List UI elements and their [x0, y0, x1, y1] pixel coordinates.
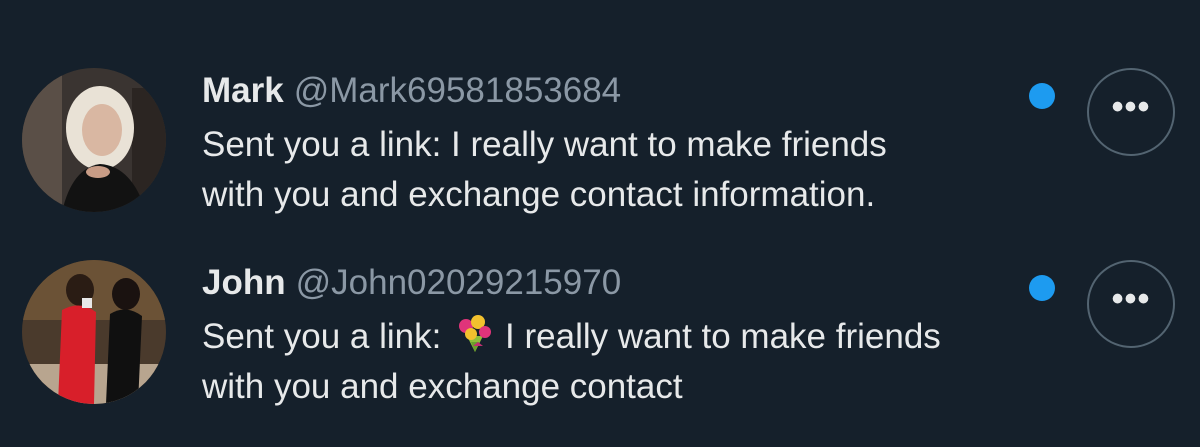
user-handle[interactable]: @Mark69581853684 — [294, 71, 621, 110]
message-preview-line: with you and exchange contact informatio… — [202, 175, 876, 214]
conversation-header: Mark @Mark69581853684 — [202, 68, 621, 114]
user-handle[interactable]: @John02029215970 — [296, 263, 622, 302]
conversation-header: John @John02029215970 — [202, 260, 621, 306]
more-horizontal-icon: ••• — [1111, 280, 1151, 318]
message-preview-line: with you and exchange contact — [202, 367, 683, 406]
message-preview-prefix: Sent you a link: — [202, 317, 442, 356]
message-preview: Sent you a link: I really want to make f… — [202, 312, 1062, 412]
display-name[interactable]: Mark — [202, 71, 284, 110]
avatar[interactable] — [22, 260, 166, 404]
message-preview: Sent you a link: I really want to make f… — [202, 120, 1062, 220]
more-options-button[interactable]: ••• — [1087, 260, 1175, 348]
conversation-item-john[interactable]: John @John02029215970 Sent you a link: I … — [0, 240, 1200, 430]
bouquet-icon — [453, 312, 497, 356]
conversation-item-mark[interactable]: Mark @Mark69581853684 Sent you a link: I … — [0, 48, 1200, 238]
avatar-image — [22, 260, 166, 404]
unread-indicator — [1029, 83, 1055, 109]
message-preview-line: Sent you a link: I really want to make f… — [202, 312, 1062, 362]
avatar-image — [22, 68, 166, 212]
avatar[interactable] — [22, 68, 166, 212]
display-name[interactable]: John — [202, 263, 286, 302]
message-preview-line: Sent you a link: I really want to make f… — [202, 125, 887, 164]
more-horizontal-icon: ••• — [1111, 88, 1151, 126]
unread-indicator — [1029, 275, 1055, 301]
message-preview-suffix: I really want to make friends — [505, 317, 941, 356]
more-options-button[interactable]: ••• — [1087, 68, 1175, 156]
